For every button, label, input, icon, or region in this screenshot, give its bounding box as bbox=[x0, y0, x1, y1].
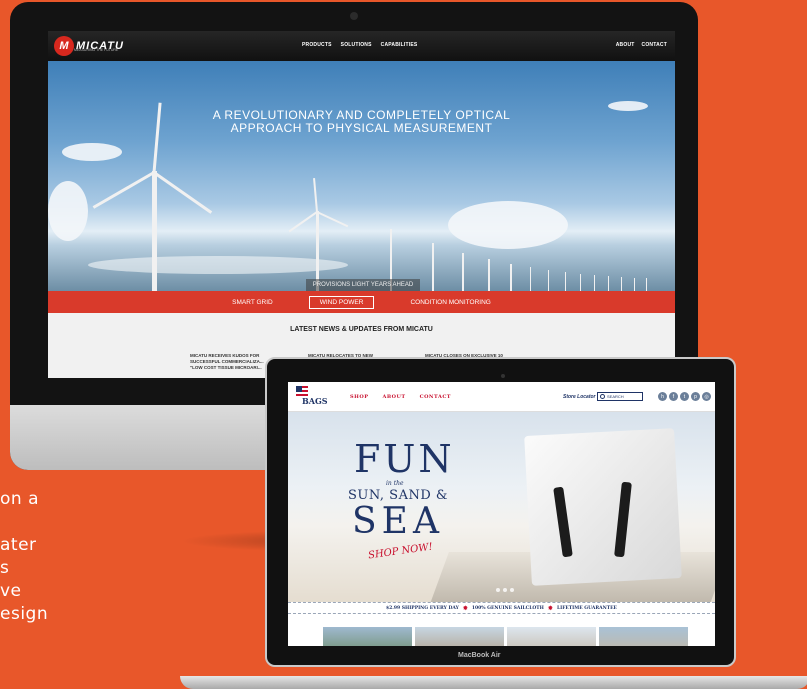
hero-caption-button[interactable]: PROVISIONS LIGHT YEARS AHEAD bbox=[306, 279, 420, 291]
side-text-line: esign bbox=[0, 604, 49, 624]
side-text-line: s bbox=[0, 558, 10, 578]
benefits-strip: $2.99 SHIPPING EVERY DAY ✸ 100% GENUINE … bbox=[288, 602, 715, 614]
macbook-camera bbox=[501, 374, 505, 378]
sailor-bags-website: BAGS SHOP ABOUT CONTACT Store Locator SE… bbox=[288, 382, 715, 646]
search-icon bbox=[600, 394, 605, 399]
carousel-dot[interactable] bbox=[496, 588, 500, 592]
turbine-tower bbox=[621, 277, 622, 291]
micatu-hero: A REVOLUTIONARY AND COMPLETELY OPTICAL A… bbox=[48, 61, 675, 291]
nav-about[interactable]: ABOUT bbox=[382, 394, 405, 400]
turbine-tower bbox=[580, 274, 581, 291]
headline-line: APPROACH TO PHYSICAL MEASUREMENT bbox=[230, 121, 493, 135]
search-input[interactable]: SEARCH bbox=[597, 392, 643, 401]
side-text-line: ve bbox=[0, 581, 22, 601]
turbine-tower bbox=[432, 243, 434, 291]
turbine-tower bbox=[594, 275, 595, 291]
nav-contact[interactable]: CONTACT bbox=[642, 42, 667, 48]
thumbnail-image[interactable] bbox=[415, 627, 504, 646]
sailor-navbar: BAGS SHOP ABOUT CONTACT Store Locator SE… bbox=[288, 382, 715, 412]
search-placeholder: SEARCH bbox=[607, 394, 624, 399]
nav-products[interactable]: PRODUCTS bbox=[302, 42, 332, 48]
turbine-tower bbox=[462, 253, 464, 291]
turbine-tower bbox=[510, 264, 512, 291]
micatu-tagline: MEASURING THE FUTURE bbox=[74, 48, 119, 52]
cloud bbox=[48, 181, 88, 241]
benefit-sailcloth: 100% GENUINE SAILCLOTH bbox=[471, 605, 544, 611]
turbine-tower bbox=[548, 270, 549, 291]
nav-solutions[interactable]: SOLUTIONS bbox=[341, 42, 372, 48]
tab-wind-power[interactable]: WIND POWER bbox=[308, 295, 375, 309]
carousel-dot[interactable] bbox=[503, 588, 507, 592]
houzz-icon[interactable]: h bbox=[658, 392, 667, 401]
hero-in-the: in the bbox=[386, 480, 404, 487]
turbine-blade bbox=[288, 211, 318, 233]
sailcloth-tote-bag bbox=[524, 428, 682, 586]
turbine-tower bbox=[530, 267, 531, 291]
micatu-logo[interactable]: M MICATU bbox=[54, 36, 124, 56]
micatu-main-nav: PRODUCTS SOLUTIONS CAPABILITIES bbox=[302, 42, 417, 48]
tab-smart-grid[interactable]: SMART GRID bbox=[232, 299, 273, 306]
side-text-line: on a bbox=[0, 489, 39, 509]
turbine-tower bbox=[488, 259, 490, 291]
macbook-base bbox=[180, 676, 807, 689]
micatu-website: M MICATU MEASURING THE FUTURE PRODUCTS S… bbox=[48, 31, 675, 378]
flag-canton bbox=[296, 386, 302, 392]
micatu-navbar: M MICATU MEASURING THE FUTURE PRODUCTS S… bbox=[48, 31, 675, 61]
turbine-tower bbox=[646, 278, 647, 291]
nav-capabilities[interactable]: CAPABILITIES bbox=[381, 42, 418, 48]
turbine-blade bbox=[92, 171, 155, 209]
sailor-hero: FUN in the SUN, SAND & SEA SHOP NOW! bbox=[288, 412, 715, 602]
logo-text: BAGS bbox=[302, 396, 328, 406]
thumbnail-image[interactable] bbox=[323, 627, 412, 646]
sailor-main-nav: SHOP ABOUT CONTACT bbox=[350, 394, 451, 400]
turbine-blade bbox=[153, 171, 213, 214]
instagram-icon[interactable]: ◎ bbox=[702, 392, 711, 401]
micatu-headline: A REVOLUTIONARY AND COMPLETELY OPTICAL A… bbox=[48, 109, 675, 135]
sailor-bags-logo[interactable]: BAGS bbox=[296, 386, 328, 408]
twitter-icon[interactable]: t bbox=[680, 392, 689, 401]
micatu-right-nav: ABOUT CONTACT bbox=[616, 42, 667, 48]
star-icon: ✸ bbox=[462, 604, 468, 612]
micatu-logo-icon: M bbox=[54, 36, 74, 56]
cloud bbox=[88, 256, 348, 274]
pinterest-icon[interactable]: p bbox=[691, 392, 700, 401]
macbook-label: MacBook Air bbox=[458, 652, 501, 659]
tab-condition-monitoring[interactable]: CONDITION MONITORING bbox=[410, 299, 490, 306]
facebook-icon[interactable]: f bbox=[669, 392, 678, 401]
cloud bbox=[448, 201, 568, 249]
shop-now-button[interactable]: SHOP NOW! bbox=[368, 542, 434, 562]
benefit-shipping: $2.99 SHIPPING EVERY DAY bbox=[386, 605, 459, 611]
news-item[interactable]: MICATU RECEIVES KUDOS FOR SUCCESSFUL COM… bbox=[190, 353, 270, 371]
turbine-tower bbox=[565, 272, 566, 291]
hero-fun: FUN bbox=[354, 437, 455, 481]
turbine-blade bbox=[313, 178, 318, 213]
nav-about[interactable]: ABOUT bbox=[616, 42, 635, 48]
thumbnail-image[interactable] bbox=[599, 627, 688, 646]
store-locator-link[interactable]: Store Locator bbox=[563, 394, 596, 400]
carousel-dots bbox=[496, 588, 514, 592]
product-thumbnails bbox=[323, 627, 688, 646]
star-icon: ✸ bbox=[547, 604, 553, 612]
nav-contact[interactable]: CONTACT bbox=[420, 394, 451, 400]
side-marketing-text: on a ater s ve esign bbox=[0, 488, 48, 626]
turbine-tower bbox=[608, 276, 609, 291]
micatu-tab-bar: SMART GRID WIND POWER CONDITION MONITORI… bbox=[48, 291, 675, 313]
social-icons: h f t p ◎ bbox=[658, 392, 711, 401]
side-text-line: ater bbox=[0, 535, 37, 555]
turbine-blade bbox=[316, 211, 349, 228]
side-text-line bbox=[0, 511, 48, 534]
benefit-guarantee: LIFETIME GUARANTEE bbox=[556, 605, 617, 611]
news-title: LATEST NEWS & UPDATES FROM MICATU bbox=[290, 326, 433, 333]
hero-sea: SEA bbox=[352, 501, 444, 542]
imac-camera bbox=[350, 12, 358, 20]
cloud bbox=[62, 143, 122, 161]
turbine-tower bbox=[634, 278, 635, 291]
nav-shop[interactable]: SHOP bbox=[350, 394, 368, 400]
thumbnail-image[interactable] bbox=[507, 627, 596, 646]
carousel-dot[interactable] bbox=[510, 588, 514, 592]
turbine-tower bbox=[152, 171, 157, 291]
